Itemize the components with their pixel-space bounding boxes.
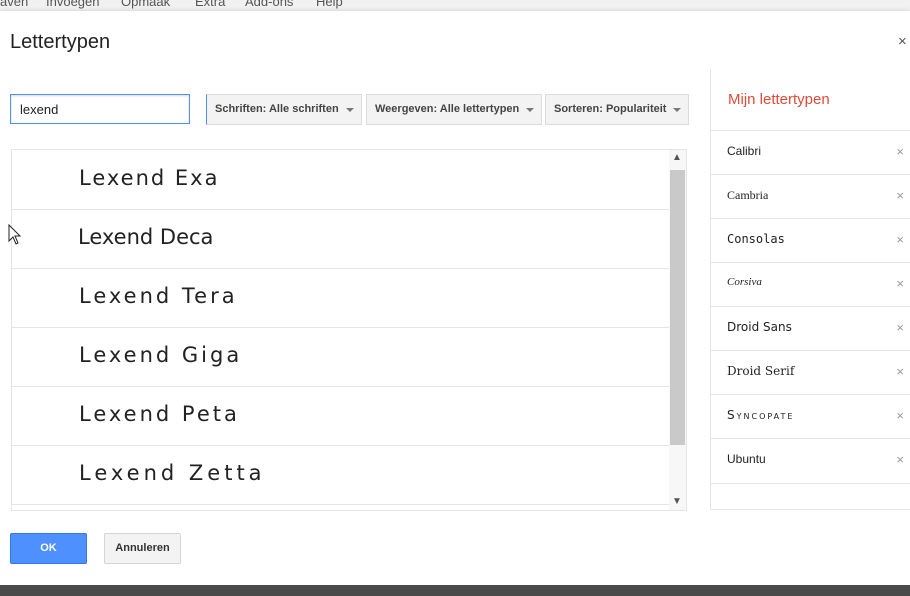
chevron-down-icon [345, 108, 354, 112]
menu-item-insert[interactable]: Invoegen [46, 0, 100, 9]
my-font-label: Droid Sans [727, 320, 792, 334]
ok-button[interactable]: OK [10, 533, 87, 564]
remove-icon[interactable]: × [896, 144, 904, 159]
menu-item-help[interactable]: Help [316, 0, 343, 9]
remove-icon[interactable]: × [896, 364, 904, 379]
font-result-label: Lexend Exa [79, 166, 220, 190]
cancel-button[interactable]: Annuleren [104, 533, 181, 564]
my-font-label: Consolas [727, 232, 785, 246]
my-font-label: Calibri [727, 144, 762, 158]
sort-dropdown-label: Sorteren: Populariteit [554, 103, 667, 115]
font-result-label: Lexend Deca [78, 225, 214, 249]
mouse-pointer-icon [8, 224, 22, 245]
remove-icon[interactable]: × [896, 276, 904, 291]
my-font-droid-sans[interactable]: Droid Sans × [711, 306, 910, 351]
chevron-down-icon [526, 108, 535, 112]
scripts-dropdown[interactable]: Schriften: Alle schriften [206, 94, 362, 125]
close-icon[interactable]: × [898, 33, 910, 50]
my-font-label: Ubuntu [727, 452, 766, 466]
my-font-label: Syncopate [727, 408, 795, 422]
my-fonts-title: Mijn lettertypen [728, 91, 830, 108]
my-font-cambria[interactable]: Cambria × [711, 174, 910, 219]
scripts-dropdown-label: Schriften: Alle schriften [215, 103, 339, 115]
font-result-lexend-giga[interactable]: Lexend Giga [12, 327, 669, 387]
my-font-label: Droid Serif [727, 364, 795, 378]
font-results-list: Lexend Exa Lexend Deca Lexend Tera Lexen… [11, 149, 687, 511]
font-result-lexend-tera[interactable]: Lexend Tera [12, 268, 669, 328]
font-result-lexend-zetta[interactable]: Lexend Zetta [12, 445, 669, 505]
menubar: aven Invoegen Opmaak Extra Add-ons Help [0, 0, 910, 11]
my-font-label: Corsiva [727, 276, 762, 288]
scroll-down-icon[interactable]: ▼ [672, 496, 682, 507]
my-font-calibri[interactable]: Calibri × [711, 130, 910, 175]
dialog-title: Lettertypen [10, 31, 111, 53]
list-scrollbar[interactable]: ▲ ▼ [669, 150, 686, 510]
show-dropdown[interactable]: Weergeven: Alle lettertypen [366, 94, 543, 125]
scroll-up-icon[interactable]: ▲ [672, 152, 682, 163]
menu-item-view[interactable]: aven [0, 0, 28, 9]
my-font-ubuntu[interactable]: Ubuntu × [711, 438, 910, 484]
chevron-down-icon [673, 108, 682, 112]
font-result-lexend-peta[interactable]: Lexend Peta [12, 386, 669, 446]
my-font-syncopate[interactable]: Syncopate × [711, 394, 910, 439]
remove-icon[interactable]: × [896, 320, 904, 335]
my-fonts-panel: Mijn lettertypen Calibri × Cambria × Con… [710, 69, 910, 510]
my-font-droid-serif[interactable]: Droid Serif × [711, 350, 910, 395]
menu-item-tools[interactable]: Extra [195, 0, 225, 9]
my-font-corsiva[interactable]: Corsiva × [711, 262, 910, 307]
my-font-consolas[interactable]: Consolas × [711, 218, 910, 263]
font-result-label: Lexend Tera [79, 284, 238, 308]
font-result-lexend-deca[interactable]: Lexend Deca [12, 209, 669, 269]
remove-icon[interactable]: × [896, 408, 904, 423]
scrollbar-thumb[interactable] [670, 170, 685, 445]
remove-icon[interactable]: × [896, 232, 904, 247]
sort-dropdown[interactable]: Sorteren: Populariteit [545, 94, 690, 125]
my-font-label: Cambria [727, 188, 769, 202]
menu-item-format[interactable]: Opmaak [121, 0, 170, 9]
font-result-lexend-exa[interactable]: Lexend Exa [12, 150, 669, 210]
window-bottom-bar [0, 585, 910, 596]
fonts-dialog: Lettertypen × Schriften: Alle schriften … [0, 11, 910, 585]
font-result-label: Lexend Giga [79, 343, 243, 367]
font-result-label: Lexend Peta [79, 402, 240, 426]
remove-icon[interactable]: × [896, 188, 904, 203]
font-result-label: Lexend Zetta [79, 461, 266, 485]
remove-icon[interactable]: × [896, 452, 904, 467]
font-search-input[interactable] [10, 94, 190, 124]
show-dropdown-label: Weergeven: Alle lettertypen [375, 103, 520, 115]
menu-item-addons[interactable]: Add-ons [245, 0, 293, 9]
